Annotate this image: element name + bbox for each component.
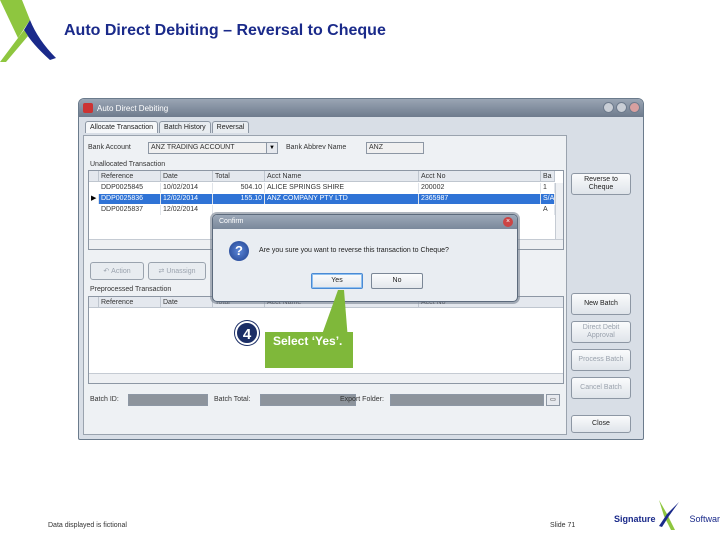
action-button[interactable]: ↶ Action (90, 262, 144, 280)
close-icon[interactable]: × (503, 217, 513, 227)
preprocessed-label: Preprocessed Transaction (90, 286, 172, 293)
col-total[interactable]: Total (213, 171, 265, 182)
direct-debit-approval-button[interactable]: Direct Debit Approval (571, 321, 631, 343)
col-date[interactable]: Date (161, 171, 213, 182)
bank-account-label: Bank Account (88, 144, 131, 151)
tab-reversal[interactable]: Reversal (211, 121, 250, 133)
maximize-icon[interactable] (616, 102, 627, 113)
cancel-batch-button[interactable]: Cancel Batch (571, 377, 631, 399)
unassign-icon: ⇄ (158, 268, 167, 275)
col-reference[interactable]: Reference (99, 171, 161, 182)
batch-id-label: Batch ID: (90, 396, 119, 403)
col-reference[interactable]: Reference (99, 297, 161, 308)
tab-batch-history[interactable]: Batch History (159, 121, 211, 133)
unallocated-label: Unallocated Transaction (90, 161, 166, 168)
slide-title: Auto Direct Debiting – Reversal to Chequ… (64, 22, 386, 39)
slide-number: Slide 71 (550, 522, 576, 529)
no-button[interactable]: No (371, 273, 423, 289)
export-folder-label: Export Folder: (340, 396, 384, 403)
undo-icon: ↶ (103, 268, 112, 275)
brand-name: Signature (614, 514, 656, 524)
export-folder-field[interactable] (390, 394, 544, 406)
dialog-title-bar[interactable]: Confirm × (213, 215, 517, 229)
tab-strip: Allocate Transaction Batch History Rever… (85, 121, 250, 133)
col-ba[interactable]: Ba (541, 171, 555, 182)
app-icon (83, 103, 93, 113)
bank-account-select[interactable]: ANZ TRADING ACCOUNT (148, 142, 268, 154)
process-batch-button[interactable]: Process Batch (571, 349, 631, 371)
question-icon: ? (229, 241, 249, 261)
close-icon[interactable] (629, 102, 640, 113)
confirm-dialog: Confirm × ? Are you sure you want to rev… (212, 214, 518, 302)
signature-x-logo-icon (0, 0, 56, 62)
dialog-title: Confirm (219, 218, 244, 225)
minimize-icon[interactable] (603, 102, 614, 113)
batch-id-field[interactable] (128, 394, 208, 406)
col-date[interactable]: Date (161, 297, 213, 308)
tab-allocate-transaction[interactable]: Allocate Transaction (85, 121, 159, 133)
bank-abbrev-field[interactable]: ANZ (366, 142, 424, 154)
folder-icon[interactable]: ▭ (546, 394, 560, 406)
unassign-button[interactable]: ⇄ Unassign (148, 262, 206, 280)
row-pointer-icon: ▶ (89, 194, 99, 204)
batch-total-label: Batch Total: (214, 396, 251, 403)
vertical-scrollbar[interactable] (555, 183, 563, 239)
close-button[interactable]: Close (571, 415, 631, 433)
window-title: Auto Direct Debiting (97, 103, 169, 113)
step-number-badge: 4 (235, 321, 259, 345)
callout-box: Select ‘Yes’. (265, 332, 353, 368)
new-batch-button[interactable]: New Batch (571, 293, 631, 315)
chevron-down-icon[interactable]: ▼ (266, 142, 278, 154)
reverse-to-cheque-button[interactable]: Reverse to Cheque (571, 173, 631, 195)
yes-button[interactable]: Yes (311, 273, 363, 289)
col-acct-no[interactable]: Acct No (419, 171, 541, 182)
col-acct-name[interactable]: Acct Name (265, 171, 419, 182)
horizontal-scrollbar[interactable] (89, 373, 563, 383)
bank-abbrev-label: Bank Abbrev Name (286, 144, 347, 151)
window-title-bar[interactable]: Auto Direct Debiting (79, 99, 643, 117)
brand-suffix: Software (689, 514, 720, 524)
dialog-message: Are you sure you want to reverse this tr… (259, 247, 449, 254)
slide: Auto Direct Debiting – Reversal to Chequ… (0, 0, 720, 540)
footer-note: Data displayed is fictional (48, 522, 127, 529)
brand-wordmark: Signature Software (614, 514, 720, 524)
